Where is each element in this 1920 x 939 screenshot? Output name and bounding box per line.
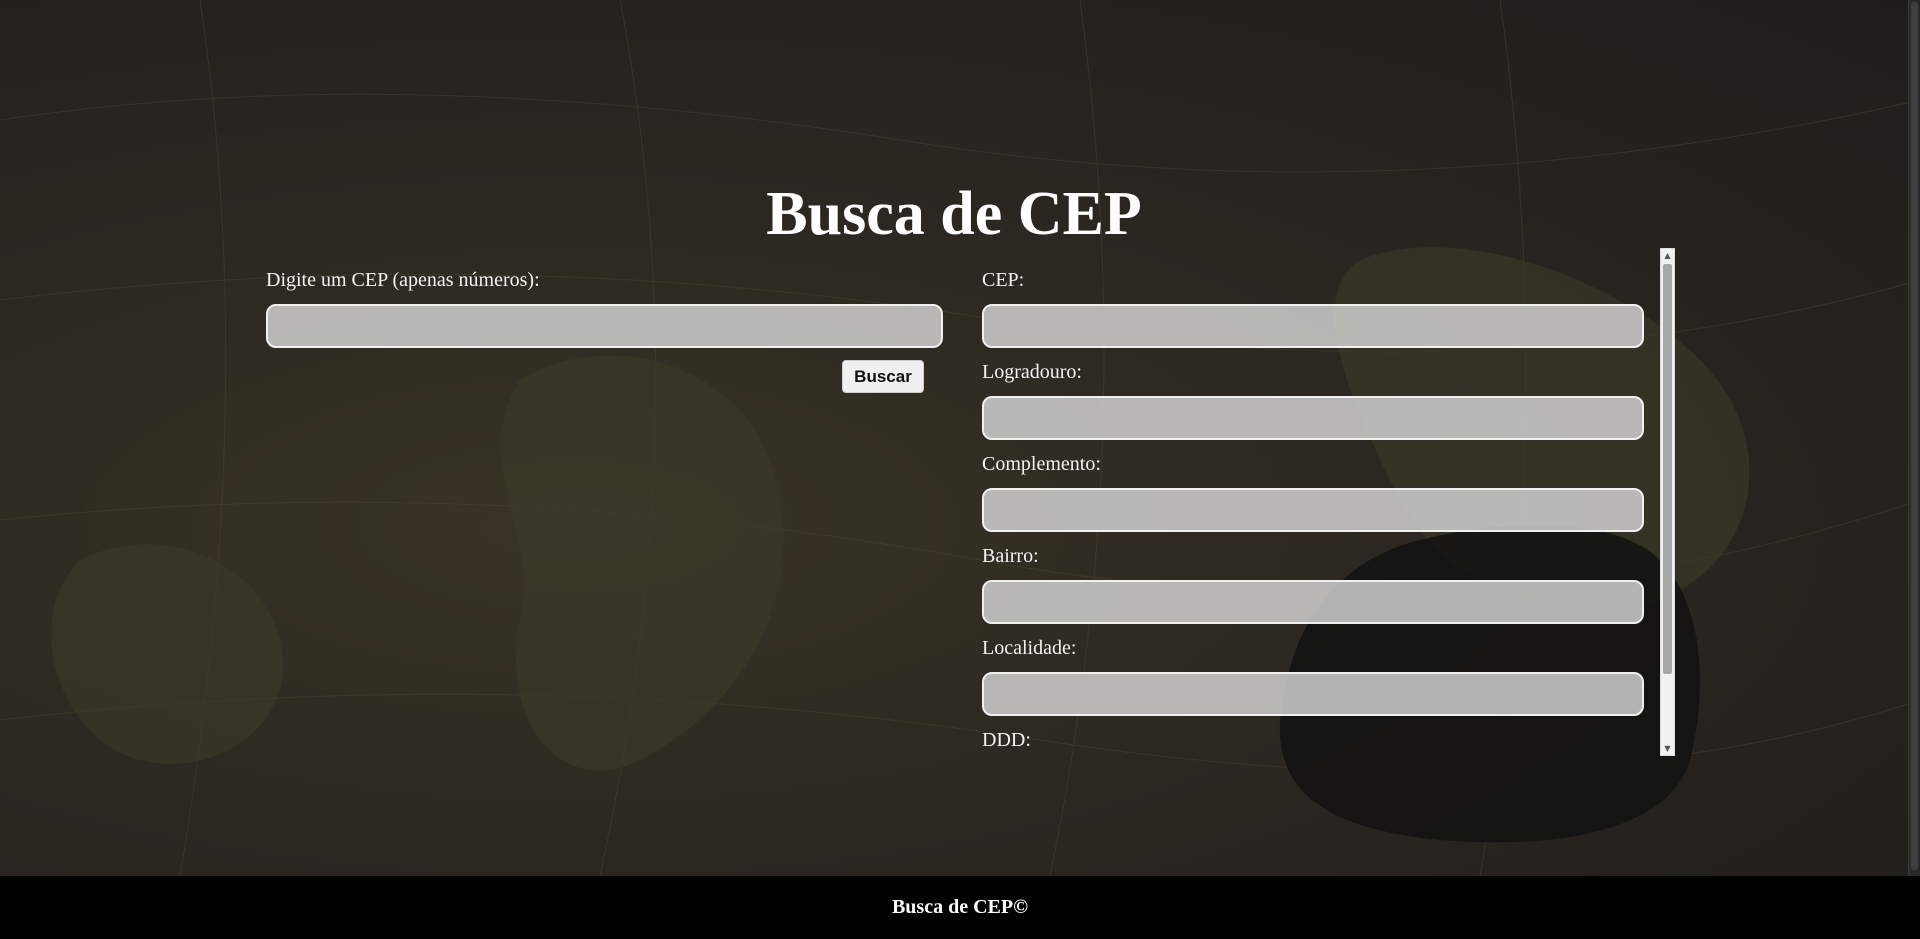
cep-search-label: Digite um CEP (apenas números):: [266, 269, 540, 291]
scroll-down-arrow-icon[interactable]: ▼: [1661, 742, 1674, 755]
result-label-localidade: Localidade:: [982, 637, 1077, 659]
footer: Busca de CEP©: [0, 876, 1920, 939]
cep-search-input[interactable]: [266, 304, 943, 348]
result-field-bairro[interactable]: [982, 580, 1644, 624]
page-scrollbar[interactable]: [1908, 0, 1920, 876]
scroll-up-arrow-icon[interactable]: ▲: [1661, 249, 1674, 262]
page-title: Busca de CEP: [766, 180, 1142, 248]
footer-text: Busca de CEP©: [891, 896, 1029, 918]
results-scrollbar-thumb[interactable]: [1663, 264, 1672, 674]
result-label-ddd: DDD:: [982, 729, 1031, 751]
result-field-complemento[interactable]: [982, 488, 1644, 532]
result-field-logradouro[interactable]: [982, 396, 1644, 440]
results-scrollbar[interactable]: ▲ ▼: [1660, 248, 1675, 756]
result-label-cep: CEP:: [982, 269, 1025, 291]
result-field-cep[interactable]: [982, 304, 1644, 348]
search-button[interactable]: Buscar: [842, 360, 924, 393]
page-scrollbar-thumb[interactable]: [1911, 2, 1918, 870]
result-field-localidade[interactable]: [982, 672, 1644, 716]
results-panel[interactable]: CEP: Logradouro: Complemento: Bairro: Lo…: [980, 248, 1675, 756]
result-label-complemento: Complemento:: [982, 453, 1101, 475]
result-label-logradouro: Logradouro:: [982, 361, 1082, 383]
result-label-bairro: Bairro:: [982, 545, 1039, 567]
